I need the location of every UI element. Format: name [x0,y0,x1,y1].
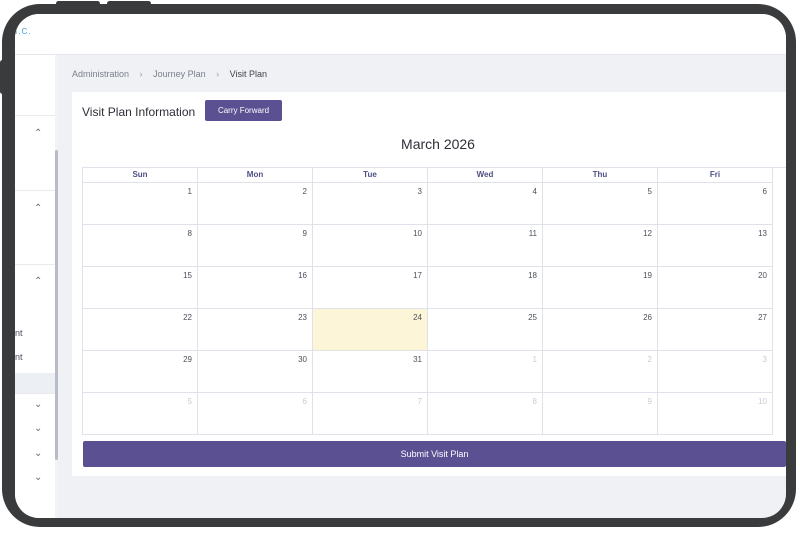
calendar-day-cell[interactable]: 30 [198,351,313,393]
weekday-header: Mon [198,168,313,183]
calendar-body: 1 2 3 4 5 6 8 9 10 11 12 13 15 16 17 18 19 20 22 23 24 25 26 27… [83,183,786,435]
calendar-day-cell[interactable]: 26 [543,309,658,351]
sidebar-divider [15,190,58,191]
calendar-week-row: 8 9 10 11 12 13 [83,225,786,267]
submit-visit-plan-button[interactable]: Submit Visit Plan [83,441,786,467]
breadcrumb-item-journey-plan[interactable]: Journey Plan [153,69,206,79]
calendar-day-cell-today[interactable]: 24 [313,309,428,351]
carry-forward-button[interactable]: Carry Forward [205,100,282,121]
calendar-day-cell[interactable]: 9 [543,393,658,435]
calendar-week-row: 123456 [83,183,786,225]
calendar-day-cell[interactable]: 11 [428,225,543,267]
calendar-day-cell[interactable]: 13 [658,225,773,267]
chevron-up-icon[interactable]: ⌃ [34,129,42,139]
calendar-day-cell[interactable]: 16 [198,267,313,309]
chevron-down-icon[interactable]: ⌄ [34,473,42,483]
chevron-down-icon[interactable]: ⌄ [34,449,42,459]
calendar-day-cell[interactable]: 2 [198,183,313,225]
app-screen: I.C. ⌃ ⌃ ⌃ nt nt ⌄ ⌄ ⌄ ⌄ Administration … [15,14,786,518]
breadcrumb-separator: › [139,69,143,79]
calendar-day-cell[interactable]: 8 [83,225,198,267]
chevron-down-icon[interactable]: ⌄ [34,424,42,434]
chevron-up-icon[interactable]: ⌃ [34,277,42,287]
top-bar: I.C. [15,14,786,55]
calendar-day-cell[interactable]: 6 [198,393,313,435]
calendar-day-cell[interactable]: 18 [428,267,543,309]
sidebar-divider [15,393,58,394]
breadcrumb-separator: › [216,69,220,79]
calendar-day-cell[interactable]: 17 [313,267,428,309]
tablet-device: I.C. ⌃ ⌃ ⌃ nt nt ⌄ ⌄ ⌄ ⌄ Administration … [0,0,800,546]
calendar-day-cell[interactable]: 29 [83,351,198,393]
calendar-day-cell[interactable]: 27 [658,309,773,351]
calendar-day-cell[interactable]: 9 [198,225,313,267]
calendar-month-title: March 2026 [401,136,475,152]
brand-logo-text: I.C. [15,27,32,36]
calendar-week-row: 29 30 31 1 2 3 [83,351,786,393]
calendar-day-cell[interactable]: 20 [658,267,773,309]
calendar-day-cell[interactable]: 1 [83,183,198,225]
calendar-day-cell[interactable]: 4 [428,183,543,225]
weekday-header: Sun [83,168,198,183]
weekday-header: Tue [313,168,428,183]
weekday-header: Thu [543,168,658,183]
breadcrumb-item-visit-plan: Visit Plan [229,69,267,79]
calendar-day-cell[interactable]: 10 [313,225,428,267]
calendar-header-row: Sun Mon Tue Wed Thu Fri [83,168,786,183]
calendar-day-cell[interactable]: 5 [543,183,658,225]
calendar-day-cell[interactable]: 25 [428,309,543,351]
chevron-down-icon[interactable]: ⌄ [34,400,42,410]
calendar-day-cell[interactable]: 1 [428,351,543,393]
calendar-grid: Sun Mon Tue Wed Thu Fri 1 2 3 4 5 6 8 9 10 11 12 13… [82,167,786,435]
calendar-day-cell[interactable]: 19 [543,267,658,309]
calendar-day-cell[interactable]: 7 [313,393,428,435]
calendar-day-cell[interactable]: 22 [83,309,198,351]
sidebar-scrollbar-thumb[interactable] [55,150,58,460]
calendar-day-cell[interactable]: 3 [658,351,773,393]
calendar-day-cell[interactable]: 3 [313,183,428,225]
calendar-day-cell[interactable]: 23 [198,309,313,351]
sidebar-item-label[interactable]: nt [15,352,23,362]
visit-plan-card: Visit Plan Information Carry Forward Mar… [72,92,786,476]
calendar-day-cell[interactable]: 8 [428,393,543,435]
calendar-day-cell[interactable]: 6 [658,183,773,225]
weekday-header: Wed [428,168,543,183]
calendar-day-cell[interactable]: 31 [313,351,428,393]
calendar-day-cell[interactable]: 12 [543,225,658,267]
chevron-up-icon[interactable]: ⌃ [34,204,42,214]
sidebar: ⌃ ⌃ ⌃ nt nt ⌄ ⌄ ⌄ ⌄ [15,55,58,518]
breadcrumb: Administration › Journey Plan › Visit Pl… [72,69,267,79]
breadcrumb-item-administration[interactable]: Administration [72,69,129,79]
sidebar-active-item[interactable] [15,373,58,393]
calendar-day-cell[interactable]: 15 [83,267,198,309]
device-side-button [0,60,5,94]
card-title: Visit Plan Information [82,105,196,119]
calendar-week-row: 22 23 24 25 26 27 [83,309,786,351]
calendar-day-cell[interactable]: 10 [658,393,773,435]
calendar-day-cell[interactable]: 2 [543,351,658,393]
calendar-day-cell[interactable]: 5 [83,393,198,435]
sidebar-item-label[interactable]: nt [15,328,23,338]
weekday-header: Fri [658,168,773,183]
sidebar-divider [15,264,58,265]
sidebar-divider [15,115,58,116]
calendar-week-row: 15 16 17 18 19 20 [83,267,786,309]
calendar-week-row: 5 6 7 8 9 10 [83,393,786,435]
